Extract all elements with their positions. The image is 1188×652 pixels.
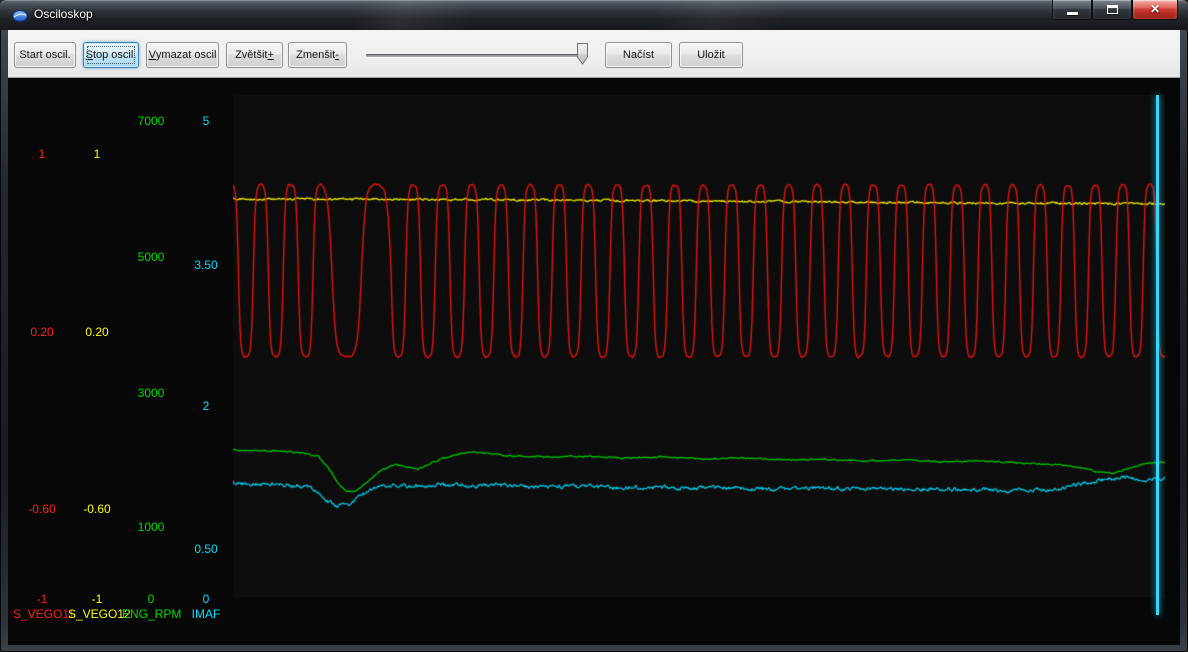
axis-tick: -1 [13, 592, 71, 606]
clear-button-label: V [149, 49, 156, 61]
axis-tick: -0.60 [68, 502, 126, 516]
sweep-cursor [1156, 95, 1159, 615]
minimize-icon [1067, 12, 1078, 15]
axis-tick: 3.50 [177, 258, 235, 272]
axis-tick: 1000 [122, 520, 180, 534]
axis-s-vego12: 1 0.20 -0.60 -1 S_VEGO12 [68, 78, 126, 645]
load-button[interactable]: Načíst [605, 42, 672, 68]
caption-buttons: ✕ [1052, 0, 1178, 20]
zoom-in-button[interactable]: Zvětšit + [226, 42, 283, 68]
toolbar: Start oscil. Stop oscil. Vymazat oscil Z… [8, 30, 1180, 78]
slider-thumb[interactable] [576, 42, 589, 66]
start-oscilloscope-button[interactable]: Start oscil. [14, 42, 76, 68]
channel-name: S_VEGO12 [68, 607, 126, 621]
maximize-icon [1107, 5, 1118, 14]
axis-tick: 0.50 [177, 542, 235, 556]
axis-tick: 2 [177, 399, 235, 413]
minimize-button[interactable] [1052, 0, 1092, 20]
slider-track[interactable] [366, 54, 586, 57]
close-button[interactable]: ✕ [1132, 0, 1178, 20]
app-icon [12, 8, 28, 24]
stop-button-label: S [86, 49, 93, 61]
stop-oscilloscope-button[interactable]: Stop oscil. [83, 42, 139, 68]
zoom-in-label: Zvětšit [235, 49, 267, 61]
axis-tick: -0.60 [13, 502, 71, 516]
axis-tick: 5000 [122, 250, 180, 264]
axis-tick: -1 [68, 592, 126, 606]
maximize-button[interactable] [1092, 0, 1132, 20]
axis-tick: 0 [177, 592, 235, 606]
zoom-out-label: Zmenšit [296, 49, 335, 61]
axis-tick: 0.20 [68, 325, 126, 339]
clear-oscilloscope-button[interactable]: Vymazat oscil [146, 42, 219, 68]
osciloskop-window: Osciloskop ✕ Start oscil. Stop oscil. Vy… [0, 0, 1188, 652]
scope-area: 1 0.20 -0.60 -1 S_VEGO11 1 0.20 -0.60 -1… [8, 78, 1180, 645]
axis-tick: 0.20 [13, 325, 71, 339]
channel-name: IMAF [177, 607, 235, 621]
titlebar: Osciloskop ✕ [0, 0, 1188, 30]
load-button-label: Načíst [623, 49, 654, 61]
axis-tick: 1 [13, 147, 71, 161]
axis-tick: 1 [68, 147, 126, 161]
axis-tick: 0 [122, 592, 180, 606]
axis-tick: 5 [177, 114, 235, 128]
scope-slider[interactable] [360, 38, 596, 72]
window-title: Osciloskop [34, 0, 93, 29]
channel-name: S_VEGO11 [13, 607, 71, 621]
zoom-out-button[interactable]: Zmenšit - [288, 42, 347, 68]
close-icon: ✕ [1133, 0, 1177, 19]
waveform-canvas [233, 95, 1165, 597]
axis-imaf: 5 3.50 2 0.50 0 IMAF [177, 78, 235, 645]
axis-tick: 3000 [122, 386, 180, 400]
save-button-label: Uložit [697, 49, 725, 61]
axis-s-vego11: 1 0.20 -0.60 -1 S_VEGO11 [13, 78, 71, 645]
axis-eng-rpm: 7000 5000 3000 1000 0 ENG_RPM [122, 78, 180, 645]
axis-tick: 7000 [122, 114, 180, 128]
channel-name: ENG_RPM [122, 607, 180, 621]
save-button[interactable]: Uložit [679, 42, 743, 68]
start-button-label: Start oscil. [19, 49, 70, 61]
